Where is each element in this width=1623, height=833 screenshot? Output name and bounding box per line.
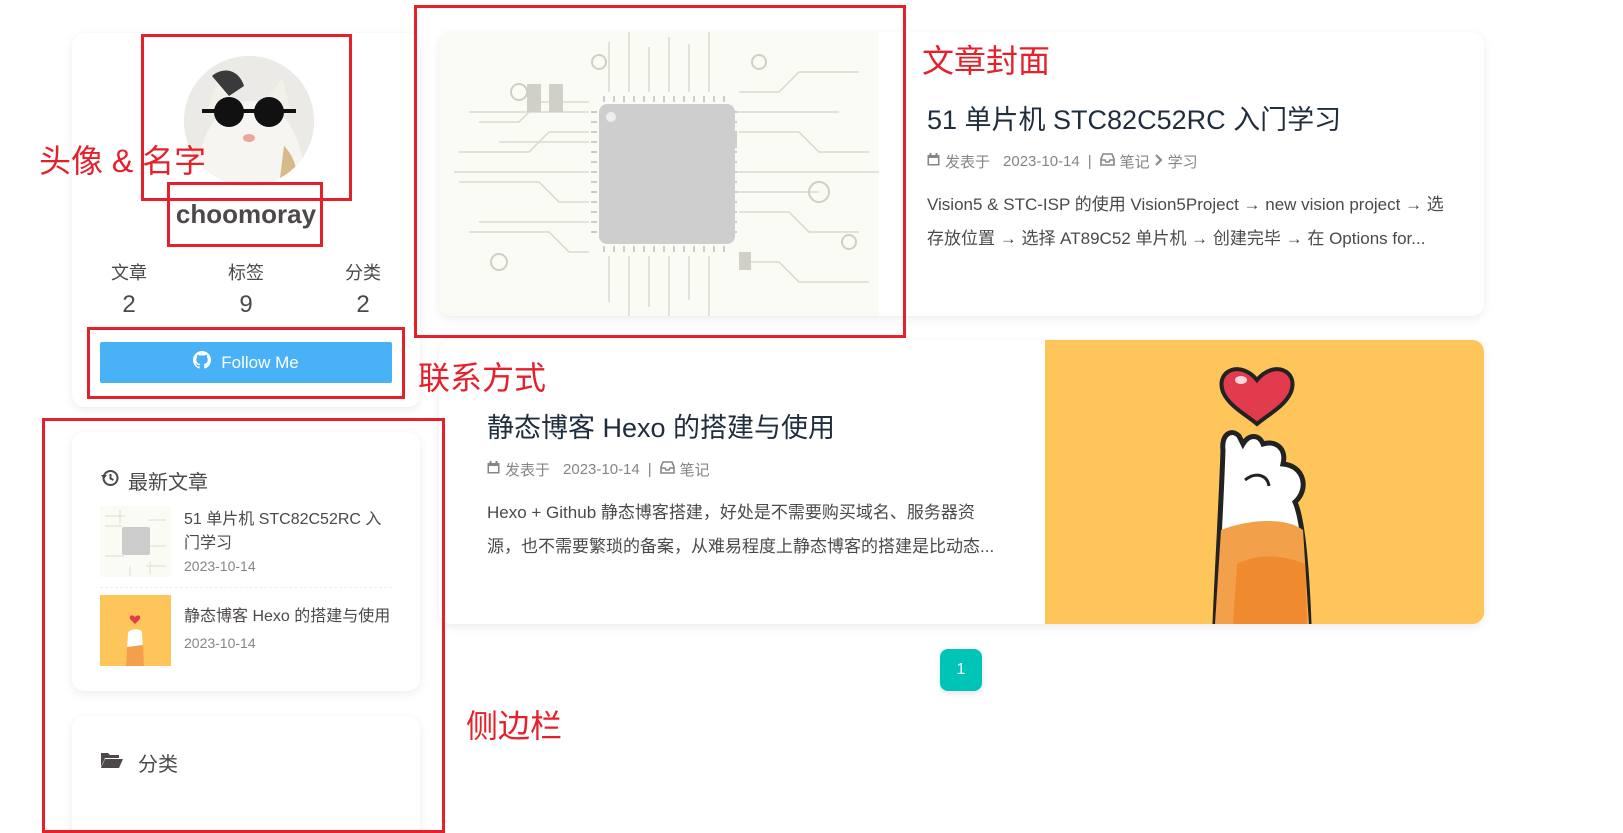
annotation-label-contact: 联系方式 (418, 360, 547, 396)
pagination-page-1[interactable]: 1 (940, 649, 982, 691)
stat-categories[interactable]: 分类 2 (318, 259, 408, 319)
stat-value: 9 (239, 291, 253, 318)
meta-separator: | (647, 461, 652, 478)
annotation-box-name (167, 182, 323, 247)
annotation-box-cover (414, 5, 906, 338)
stat-tags[interactable]: 标签 9 (201, 259, 291, 319)
post-date: 2023-10-14 (563, 461, 640, 478)
post-category-link[interactable]: 笔记 (680, 459, 710, 480)
post-excerpt: Hexo + Github 静态博客搭建，好处是不需要购买域名、服务器资源，也不… (487, 503, 995, 556)
post-date: 2023-10-14 (1003, 153, 1080, 170)
annotation-box-contact (87, 327, 405, 399)
stat-label: 分类 (345, 263, 381, 283)
post-meta-prefix: 发表于 (945, 154, 991, 171)
annotation-label-cover: 文章封面 (922, 43, 1051, 79)
post-subcategory-link[interactable]: 学习 (1168, 151, 1198, 172)
stat-label: 文章 (111, 263, 147, 283)
post-meta: 发表于 2023-10-14 | 笔记 学习 (927, 151, 1447, 172)
post-title[interactable]: 51 单片机 STC82C52RC 入门学习 (927, 102, 1447, 138)
annotation-box-sidebar (42, 418, 445, 833)
stat-label: 标签 (228, 263, 264, 283)
inbox-icon (1099, 153, 1115, 170)
post-meta-prefix: 发表于 (505, 462, 551, 479)
post-cover[interactable] (1045, 340, 1484, 624)
post-category-link[interactable]: 笔记 (1120, 151, 1150, 172)
post-excerpt: Vision5 & STC-ISP 的使用 Vision5Project → n… (927, 195, 1444, 248)
post-title[interactable]: 静态博客 Hexo 的搭建与使用 (487, 410, 1007, 446)
post-card: 静态博客 Hexo 的搭建与使用 发表于 2023-10-14 | 笔记 Hex… (439, 340, 1484, 624)
inbox-icon (659, 461, 675, 478)
chevron-right-icon (1154, 153, 1163, 170)
post-info: 51 单片机 STC82C52RC 入门学习 发表于 2023-10-14 | … (927, 102, 1447, 256)
calendar-icon (927, 153, 940, 170)
annotation-label-avatar: 头像 & 名字 (39, 143, 207, 179)
annotation-label-sidebar: 侧边栏 (466, 708, 563, 744)
cat-paw-heart-cover-image (1045, 340, 1484, 624)
meta-separator: | (1087, 153, 1092, 170)
calendar-icon (487, 461, 500, 478)
post-meta: 发表于 2023-10-14 | 笔记 (487, 459, 1007, 480)
post-info: 静态博客 Hexo 的搭建与使用 发表于 2023-10-14 | 笔记 Hex… (487, 410, 1007, 564)
stat-articles[interactable]: 文章 2 (84, 259, 174, 319)
stat-value: 2 (356, 291, 370, 318)
stat-value: 2 (122, 291, 136, 318)
